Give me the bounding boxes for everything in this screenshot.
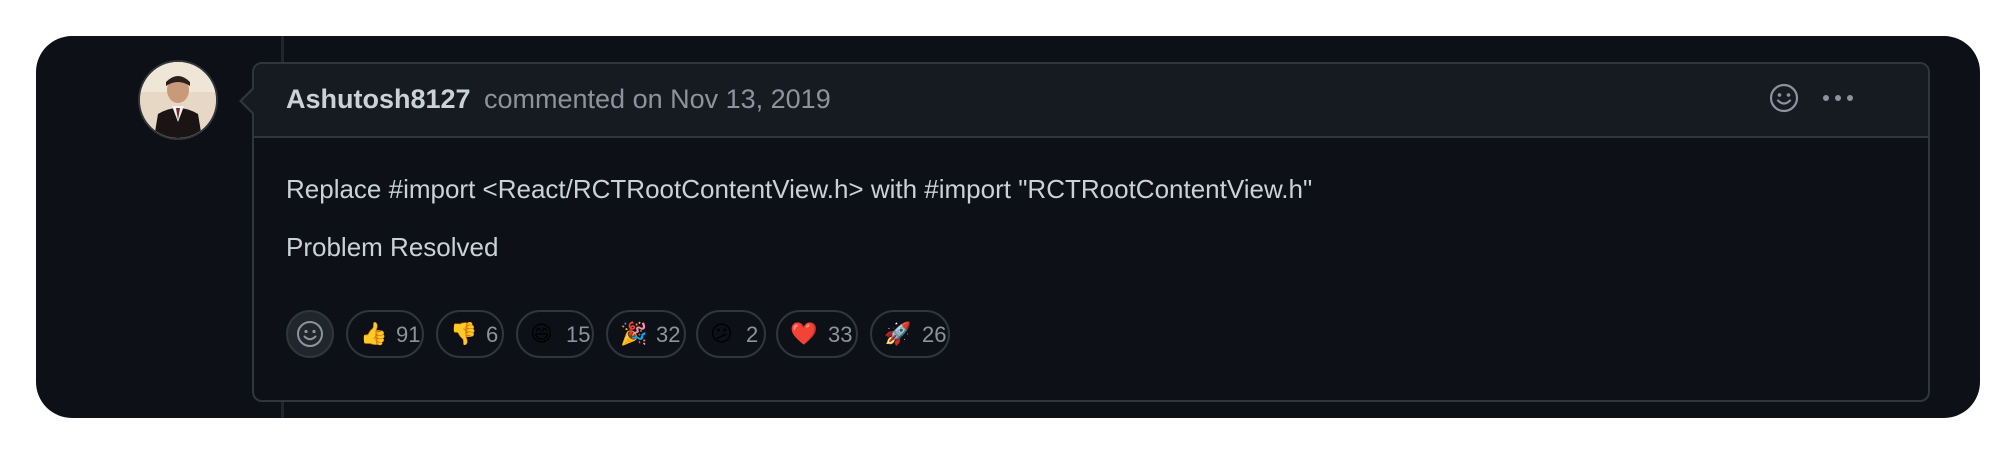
comment-header: Ashutosh8127 commented on Nov 13, 2019 [254, 64, 1928, 138]
comment-timestamp[interactable]: commented on Nov 13, 2019 [484, 84, 831, 115]
comment-author[interactable]: Ashutosh8127 [286, 84, 471, 115]
reaction-rocket[interactable]: 🚀 26 [870, 310, 950, 358]
thumbs-down-icon: 👎 [450, 321, 478, 346]
add-reaction-button[interactable] [286, 310, 334, 358]
comment-body-line: Replace #import <React/RCTRootContentVie… [286, 174, 1313, 204]
comment-window: Ashutosh8127 commented on Nov 13, 2019 R… [36, 36, 1980, 418]
reaction-count: 26 [922, 322, 947, 347]
avatar-image [140, 62, 216, 138]
reaction-count: 15 [566, 322, 591, 347]
hooray-icon: 🎉 [620, 321, 648, 346]
reaction-count: 33 [828, 322, 853, 347]
comment-arrow-fill [242, 89, 254, 113]
reaction-hooray[interactable]: 🎉 32 [606, 310, 686, 358]
heart-icon: ❤️ [790, 321, 818, 346]
comment-box: Ashutosh8127 commented on Nov 13, 2019 R… [252, 62, 1930, 402]
rocket-icon: 🚀 [884, 321, 912, 346]
reaction-laugh[interactable]: 😄 15 [516, 310, 594, 358]
reaction-thumbs-down[interactable]: 👎 6 [436, 310, 504, 358]
kebab-menu-icon[interactable] [1818, 82, 1858, 114]
avatar[interactable] [138, 60, 218, 140]
reaction-heart[interactable]: ❤️ 33 [776, 310, 858, 358]
confused-icon: 😕 [710, 321, 733, 346]
smiley-icon[interactable] [1768, 82, 1800, 114]
thumbs-up-icon: 👍 [360, 321, 388, 346]
laugh-icon: 😄 [530, 321, 553, 346]
reaction-count: 6 [486, 322, 499, 347]
reaction-confused[interactable]: 😕 2 [696, 310, 766, 358]
reaction-thumbs-up[interactable]: 👍 91 [346, 310, 424, 358]
reaction-count: 32 [656, 322, 681, 347]
comment-body-line: Problem Resolved [286, 232, 499, 262]
reaction-count: 2 [746, 322, 759, 347]
reaction-count: 91 [396, 322, 421, 347]
smiley-icon [297, 321, 323, 347]
